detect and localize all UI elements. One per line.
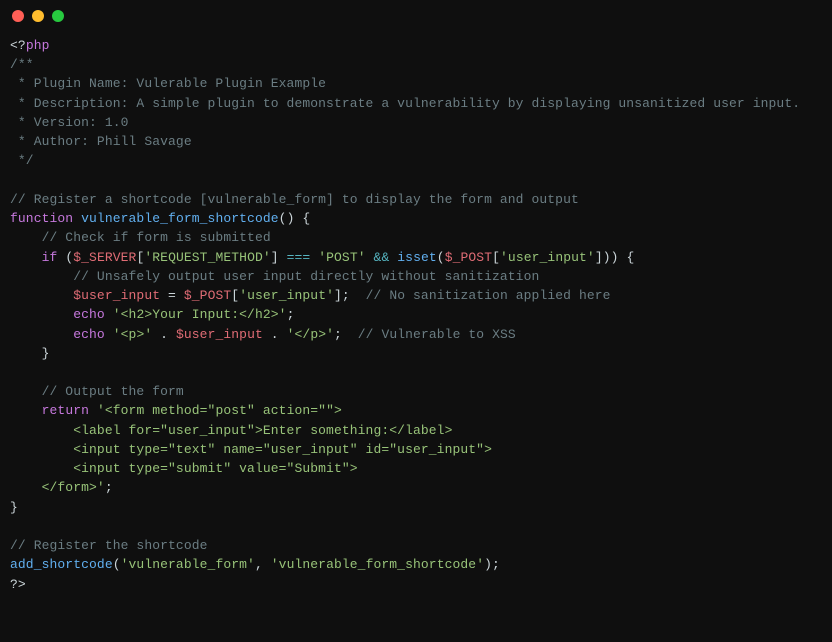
- kw-return: return: [42, 403, 89, 418]
- punct: () {: [279, 211, 311, 226]
- brace-close: }: [10, 346, 50, 361]
- kw-function: function: [10, 211, 73, 226]
- string: 'POST': [318, 250, 365, 265]
- space: [105, 327, 113, 342]
- string: '</p>': [287, 327, 334, 342]
- string: '<p>': [113, 327, 153, 342]
- window-titlebar: [0, 0, 832, 30]
- string: 'user_input': [239, 288, 334, 303]
- var-post: $_POST: [184, 288, 231, 303]
- fn-isset: isset: [397, 250, 437, 265]
- string: </form>': [10, 480, 105, 495]
- indent: [10, 403, 42, 418]
- comment-line: // Register a shortcode [vulnerable_form…: [10, 192, 579, 207]
- comment-line: // Register the shortcode: [10, 538, 208, 553]
- op-assign: =: [160, 288, 184, 303]
- comment-line: // Output the form: [10, 384, 184, 399]
- string: 'REQUEST_METHOD': [144, 250, 270, 265]
- php-open-tag: <?: [10, 38, 26, 53]
- code-window: <?php /** * Plugin Name: Vulerable Plugi…: [0, 0, 832, 642]
- punct: (: [437, 250, 445, 265]
- docblock-line: * Version: 1.0: [10, 115, 129, 130]
- docblock-open: /**: [10, 57, 34, 72]
- comment-line: // Unsafely output user input directly w…: [10, 269, 539, 284]
- punct: ];: [334, 288, 366, 303]
- fn-add-shortcode: add_shortcode: [10, 557, 113, 572]
- op-concat: .: [263, 327, 287, 342]
- indent: [10, 288, 73, 303]
- brace-close: }: [10, 500, 18, 515]
- comment-line: // Check if form is submitted: [10, 230, 271, 245]
- docblock-line: * Author: Phill Savage: [10, 134, 192, 149]
- var-post: $_POST: [445, 250, 492, 265]
- string: <input type="text" name="user_input" id=…: [10, 442, 492, 457]
- php-keyword: php: [26, 38, 50, 53]
- string: '<h2>Your Input:</h2>': [113, 307, 287, 322]
- punct: ;: [334, 327, 358, 342]
- string: 'vulnerable_form_shortcode': [271, 557, 484, 572]
- kw-echo: echo: [73, 327, 105, 342]
- punct: (: [113, 557, 121, 572]
- var-user-input: $user_input: [176, 327, 263, 342]
- docblock-line: * Plugin Name: Vulerable Plugin Example: [10, 76, 326, 91]
- docblock-close: */: [10, 153, 34, 168]
- string: 'vulnerable_form': [121, 557, 255, 572]
- op-and: &&: [374, 250, 390, 265]
- punct: ])) {: [595, 250, 635, 265]
- space: [89, 403, 97, 418]
- func-name: vulnerable_form_shortcode: [81, 211, 279, 226]
- code-area: <?php /** * Plugin Name: Vulerable Plugi…: [0, 30, 832, 612]
- kw-echo: echo: [73, 307, 105, 322]
- var-user-input: $user_input: [73, 288, 160, 303]
- comment-inline: // No sanitization applied here: [366, 288, 611, 303]
- op-eqeqeq: ===: [287, 250, 311, 265]
- var-server: $_SERVER: [73, 250, 136, 265]
- punct: ;: [105, 480, 113, 495]
- punct: [: [231, 288, 239, 303]
- op-concat: .: [152, 327, 176, 342]
- string: <label for="user_input">Enter something:…: [10, 423, 452, 438]
- punct: ;: [287, 307, 295, 322]
- close-icon[interactable]: [12, 10, 24, 22]
- kw-if: if: [10, 250, 57, 265]
- space: [105, 307, 113, 322]
- string: <input type="submit" value="Submit">: [10, 461, 358, 476]
- punct: ,: [255, 557, 271, 572]
- punct: ]: [271, 250, 287, 265]
- string: 'user_input': [500, 250, 595, 265]
- punct: [: [492, 250, 500, 265]
- comment-inline: // Vulnerable to XSS: [358, 327, 516, 342]
- indent: [10, 307, 73, 322]
- space: [366, 250, 374, 265]
- php-close-tag: ?>: [10, 577, 26, 592]
- minimize-icon[interactable]: [32, 10, 44, 22]
- punct: (: [57, 250, 73, 265]
- string: '<form method="post" action="">: [97, 403, 342, 418]
- docblock-line: * Description: A simple plugin to demons…: [10, 96, 800, 111]
- indent: [10, 327, 73, 342]
- maximize-icon[interactable]: [52, 10, 64, 22]
- punct: );: [484, 557, 500, 572]
